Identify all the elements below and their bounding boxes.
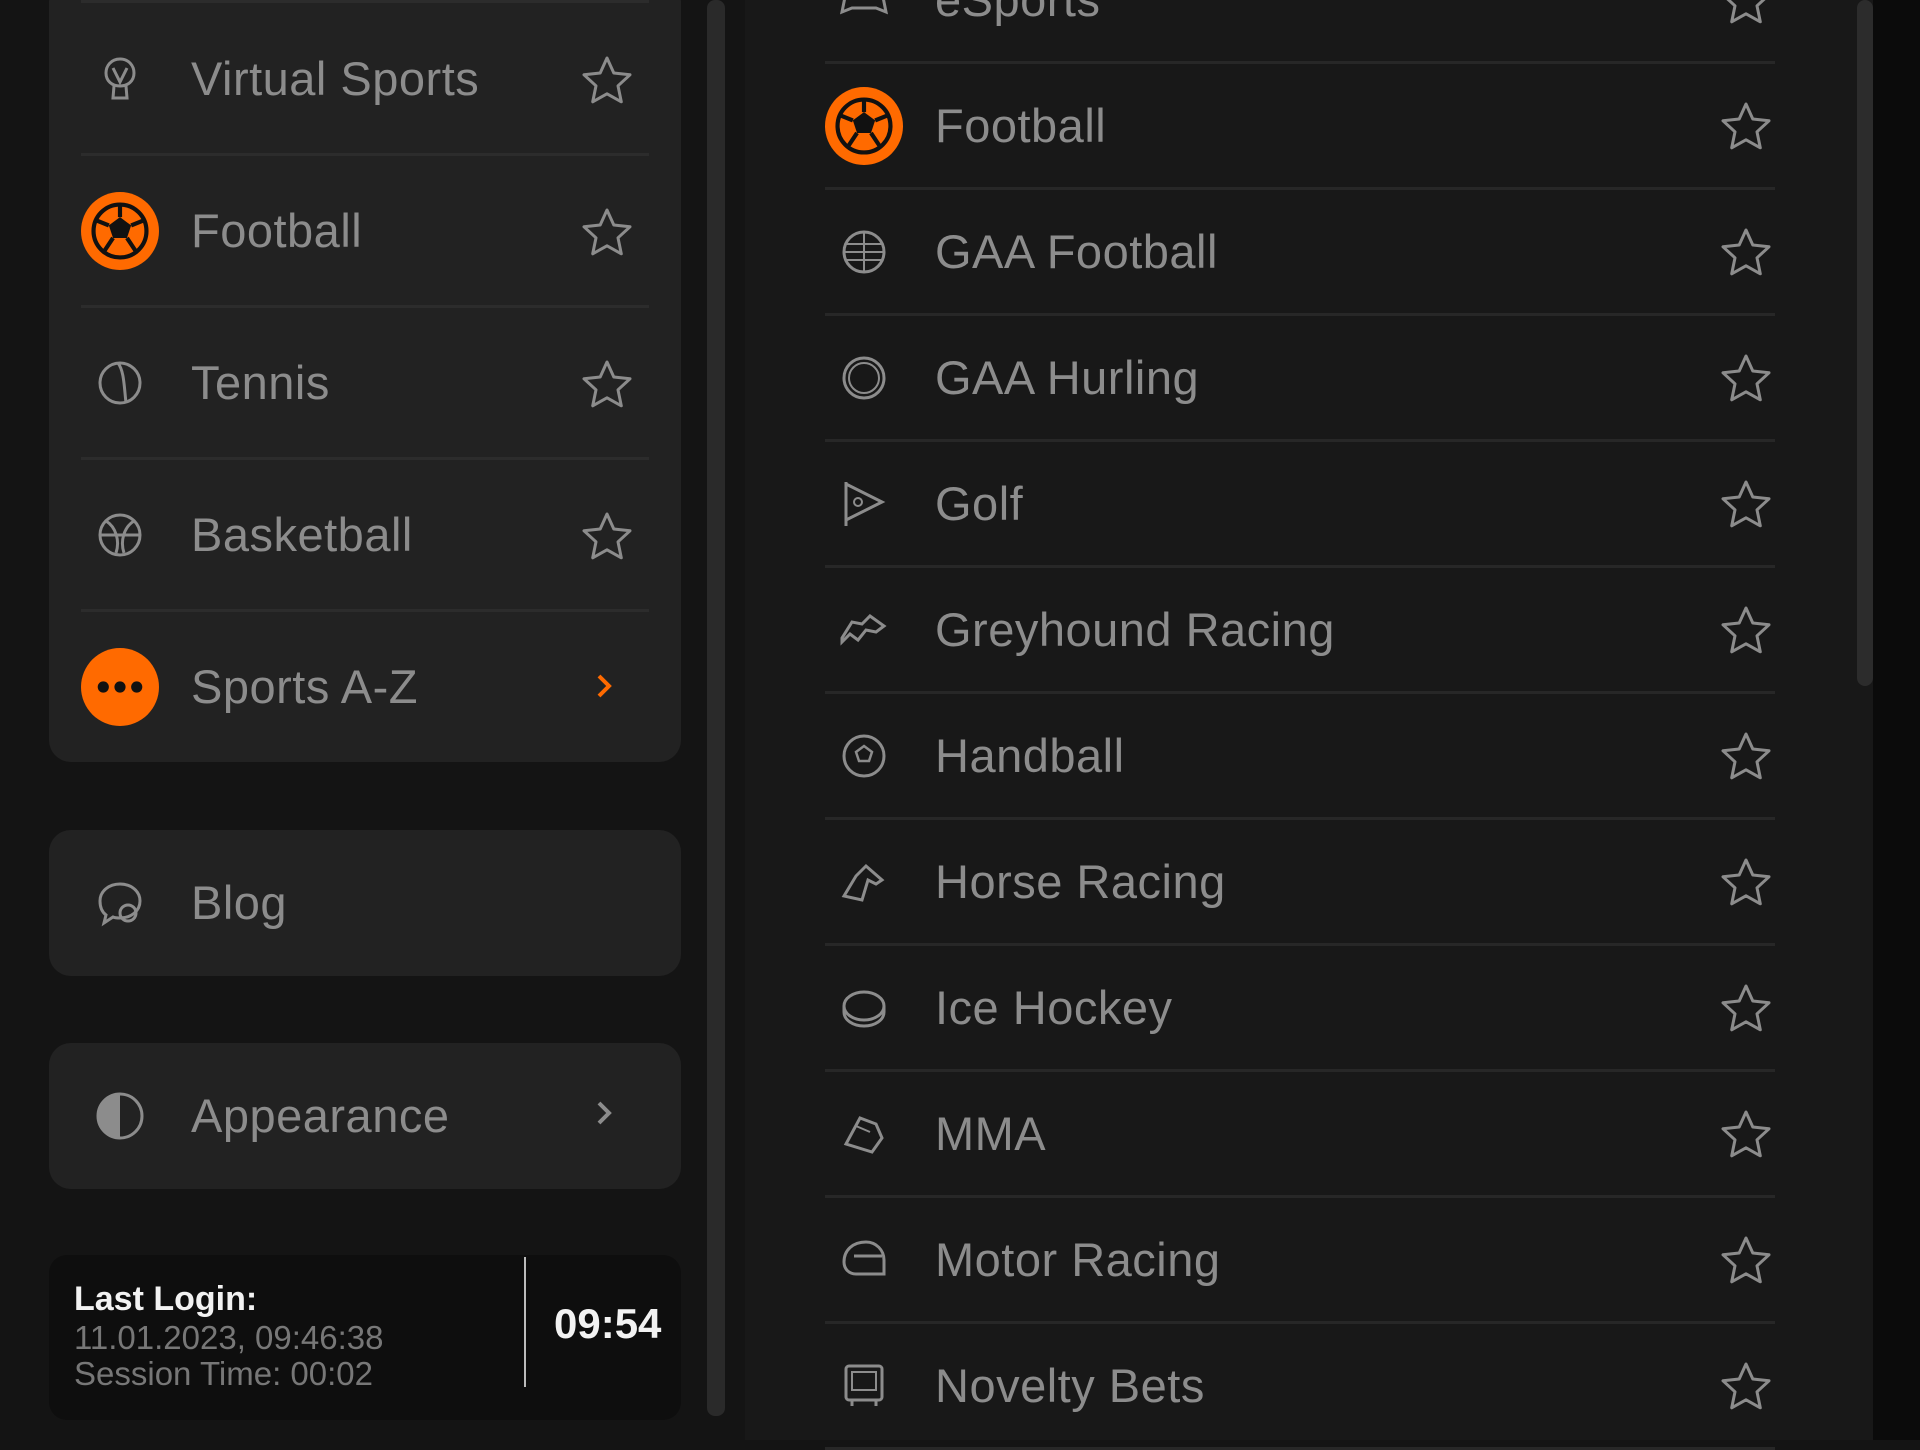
- star-icon[interactable]: [1718, 1107, 1774, 1163]
- basketball-icon: [81, 496, 159, 574]
- star-icon[interactable]: [579, 509, 635, 565]
- sport-label: eSports: [935, 0, 1100, 63]
- star-icon[interactable]: [1718, 603, 1774, 659]
- chevron-right-icon: [589, 671, 619, 701]
- sport-label: Handball: [935, 729, 1125, 782]
- sport-item-ice-hockey[interactable]: Ice Hockey: [825, 945, 1775, 1071]
- virtual-sports-icon: [81, 40, 159, 118]
- star-icon[interactable]: [579, 53, 635, 109]
- separator: [524, 1257, 526, 1387]
- appearance-label: Appearance: [191, 1089, 450, 1142]
- sport-label: Novelty Bets: [935, 1359, 1205, 1412]
- sidebar-item-football[interactable]: Football: [49, 155, 681, 307]
- star-icon[interactable]: [1718, 351, 1774, 407]
- sport-label: Football: [935, 99, 1107, 152]
- sport-label: GAA Football: [935, 225, 1218, 278]
- chevron-right-icon: [589, 1098, 619, 1128]
- handball-icon: [825, 717, 903, 795]
- sport-label: Greyhound Racing: [935, 603, 1335, 656]
- star-icon[interactable]: [1718, 855, 1774, 911]
- football-icon: [81, 192, 159, 270]
- sidebar-item-label: Sports A-Z: [191, 660, 419, 713]
- star-icon[interactable]: [1718, 0, 1774, 29]
- sport-item-horse-racing[interactable]: Horse Racing: [825, 819, 1775, 945]
- sport-label: Ice Hockey: [935, 981, 1173, 1034]
- contrast-icon: [81, 1077, 159, 1155]
- sport-item-gaa-hurling[interactable]: GAA Hurling: [825, 315, 1775, 441]
- sidebar-item-label: Tennis: [191, 356, 330, 409]
- tv-icon: [825, 1347, 903, 1425]
- blog-item[interactable]: Blog: [49, 827, 681, 979]
- sport-item-gaa-football[interactable]: GAA Football: [825, 189, 1775, 315]
- right-scrollbar[interactable]: [1857, 0, 1873, 686]
- blog-label: Blog: [191, 876, 288, 929]
- star-icon[interactable]: [579, 357, 635, 413]
- star-icon[interactable]: [1718, 729, 1774, 785]
- helmet-icon: [825, 1221, 903, 1299]
- star-icon[interactable]: [579, 205, 635, 261]
- clock: 09:54: [554, 1300, 662, 1347]
- sport-label: GAA Hurling: [935, 351, 1200, 404]
- sidebar-item-virtual-sports[interactable]: Virtual Sports: [49, 3, 681, 155]
- last-login-value: 11.01.2023, 09:46:38: [74, 1319, 384, 1356]
- glove-icon: [825, 1095, 903, 1173]
- appearance-item[interactable]: Appearance: [49, 1040, 681, 1192]
- left-scrollbar[interactable]: [707, 0, 725, 1416]
- tennis-ball-icon: [81, 344, 159, 422]
- star-icon[interactable]: [1718, 1233, 1774, 1289]
- sport-label: Golf: [935, 477, 1024, 530]
- sport-label: Motor Racing: [935, 1233, 1221, 1286]
- sidebar-item-tennis[interactable]: Tennis: [49, 307, 681, 459]
- puck-icon: [825, 969, 903, 1047]
- sport-item-mma[interactable]: MMA: [825, 1071, 1775, 1197]
- appearance-card[interactable]: Appearance: [49, 1043, 681, 1189]
- sport-item-golf[interactable]: Golf: [825, 441, 1775, 567]
- sport-item-motor-racing[interactable]: Motor Racing: [825, 1197, 1775, 1323]
- star-icon[interactable]: [1718, 225, 1774, 281]
- gaa-ball-icon: [825, 213, 903, 291]
- sidebar-item-label: Football: [191, 204, 363, 257]
- sport-item-handball[interactable]: Handball: [825, 693, 1775, 819]
- star-icon[interactable]: [1718, 1359, 1774, 1415]
- sport-label: MMA: [935, 1107, 1047, 1160]
- sport-item-football[interactable]: Football: [825, 63, 1775, 189]
- sports-menu-card: Virtual Sports Football Tennis Basketball Sp…: [49, 0, 681, 762]
- more-dots-icon: [81, 648, 159, 726]
- star-icon[interactable]: [1718, 99, 1774, 155]
- sidebar-item-label: Virtual Sports: [191, 52, 480, 105]
- golf-flag-icon: [825, 465, 903, 543]
- blog-chat-icon: [81, 864, 159, 942]
- last-login-label: Last Login:: [74, 1280, 258, 1318]
- sidebar-item-label: Basketball: [191, 508, 413, 561]
- page-edge: [1873, 0, 1920, 1440]
- gamepad-icon: [825, 0, 903, 39]
- football-icon: [825, 87, 903, 165]
- sport-item-esports[interactable]: eSports: [825, 0, 1775, 63]
- sports-az-panel: eSports Football GAA Football GAA Hurling Go…: [745, 0, 1873, 1450]
- session-info: Last Login: 11.01.2023, 09:46:38 Session…: [49, 1255, 681, 1420]
- sport-item-novelty-bets[interactable]: Novelty Bets: [825, 1323, 1775, 1449]
- star-icon[interactable]: [1718, 477, 1774, 533]
- greyhound-icon: [825, 591, 903, 669]
- horse-icon: [825, 843, 903, 921]
- star-icon[interactable]: [1718, 981, 1774, 1037]
- sidebar-item-sports-a-z[interactable]: Sports A-Z: [49, 611, 681, 763]
- session-time: Session Time: 00:02: [74, 1355, 373, 1392]
- blog-card[interactable]: Blog: [49, 830, 681, 976]
- sliotar-icon: [825, 339, 903, 417]
- sport-item-greyhound-racing[interactable]: Greyhound Racing: [825, 567, 1775, 693]
- sport-label: Horse Racing: [935, 855, 1226, 908]
- sidebar-item-basketball[interactable]: Basketball: [49, 459, 681, 611]
